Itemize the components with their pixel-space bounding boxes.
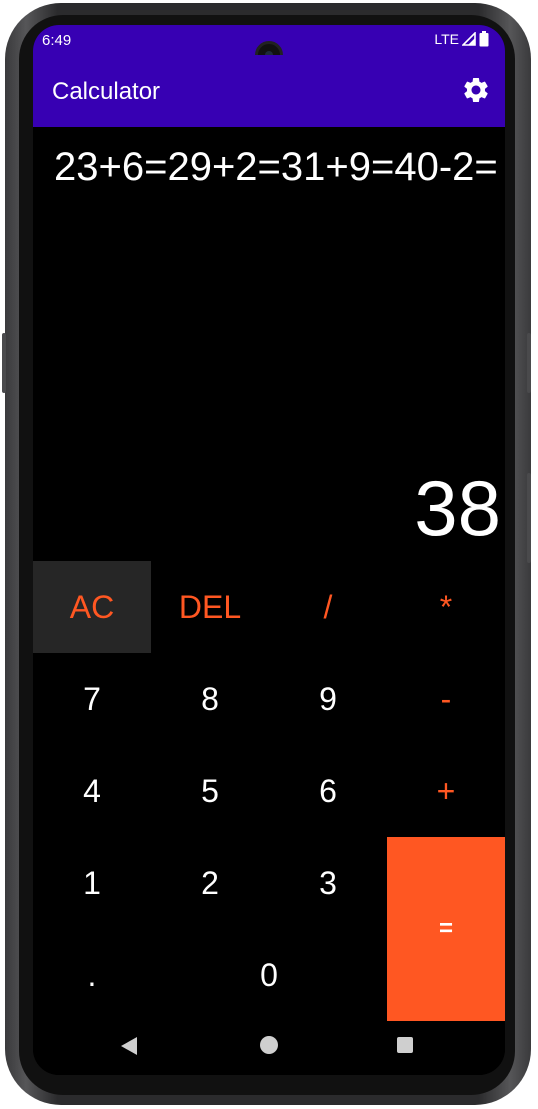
home-icon[interactable] xyxy=(260,1036,278,1054)
settings-button[interactable] xyxy=(461,75,491,105)
network-type: LTE xyxy=(434,31,459,47)
signal-icon xyxy=(462,32,476,46)
volume-rocker xyxy=(527,473,531,563)
app-title: Calculator xyxy=(52,78,161,105)
expression-display: 23+6=29+2=31+9=40-2= xyxy=(54,145,498,189)
battery-icon xyxy=(479,31,489,47)
back-icon[interactable] xyxy=(121,1037,137,1055)
multiply-button[interactable]: * xyxy=(387,561,505,653)
digit-3-button[interactable]: 3 xyxy=(269,837,387,929)
equals-button[interactable]: = xyxy=(387,837,505,1021)
digit-8-button[interactable]: 8 xyxy=(151,653,269,745)
recents-icon[interactable] xyxy=(397,1037,413,1053)
divide-button[interactable]: / xyxy=(269,561,387,653)
digit-7-button[interactable]: 7 xyxy=(33,653,151,745)
digit-5-button[interactable]: 5 xyxy=(151,745,269,837)
digit-0-button[interactable]: 0 xyxy=(151,929,387,1021)
clear-all-button[interactable]: AC xyxy=(33,561,151,653)
delete-button[interactable]: DEL xyxy=(151,561,269,653)
volume-button xyxy=(527,333,531,393)
decimal-button[interactable]: . xyxy=(33,929,151,1021)
status-time: 6:49 xyxy=(42,32,72,49)
app-bar: Calculator xyxy=(33,55,505,127)
status-indicators: LTE xyxy=(434,31,489,47)
digit-4-button[interactable]: 4 xyxy=(33,745,151,837)
subtract-button[interactable]: - xyxy=(387,653,505,745)
digit-1-button[interactable]: 1 xyxy=(33,837,151,929)
digit-9-button[interactable]: 9 xyxy=(269,653,387,745)
digit-2-button[interactable]: 2 xyxy=(151,837,269,929)
digit-6-button[interactable]: 6 xyxy=(269,745,387,837)
navigation-bar xyxy=(33,1021,505,1075)
power-button xyxy=(2,333,6,393)
keypad: AC DEL / * 7 8 9 - 4 5 6 + 1 2 3 = . 0 xyxy=(33,561,505,1021)
gear-icon xyxy=(464,78,488,102)
result-display: 38 xyxy=(414,464,501,552)
add-button[interactable]: + xyxy=(387,745,505,837)
screen: 6:49 LTE Calculator 23+6=29+2=31+9=40-2=… xyxy=(33,25,505,1075)
